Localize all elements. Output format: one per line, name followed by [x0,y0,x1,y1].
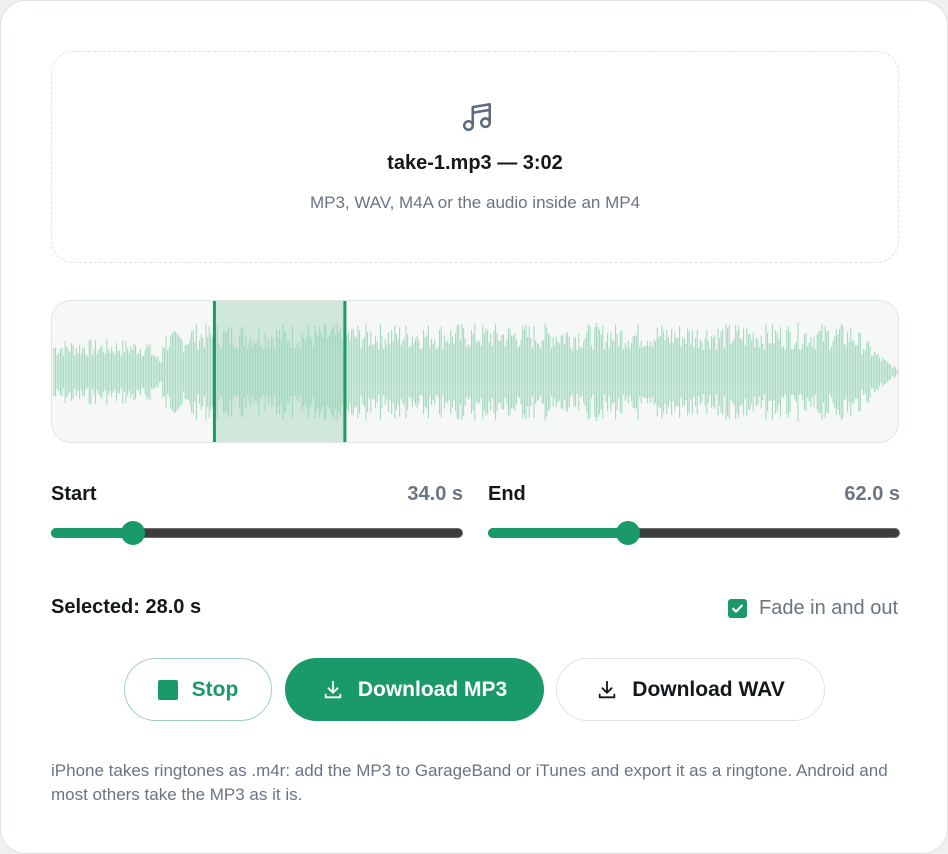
waveform[interactable] [51,300,899,443]
stop-button[interactable]: Stop [124,658,272,721]
waveform-bars [53,322,898,422]
download-icon [599,680,616,698]
download-icon [324,680,342,698]
start-label: Start [51,483,97,505]
end-slider[interactable] [488,521,900,545]
end-label: End [488,483,526,505]
file-name: take-1.mp3 — 3:02 [387,152,563,174]
waveform-graphic [53,301,898,442]
stop-icon [157,679,178,700]
end-value: 62.0 s [844,483,900,505]
start-slider-thumb[interactable] [121,521,146,545]
file-dropzone[interactable]: take-1.mp3 — 3:02 MP3, WAV, M4A or the a… [51,51,899,263]
fade-label: Fade in and out [759,596,898,619]
format-hint: MP3, WAV, M4A or the audio inside an MP4 [309,193,641,212]
stop-button-label: Stop [191,677,239,701]
music-note-icon [462,102,492,132]
start-value: 34.0 s [407,483,463,505]
start-slider[interactable] [51,521,463,545]
fade-toggle[interactable]: Fade in and out [728,596,898,620]
start-label-row: Start 34.0 s [51,483,463,507]
download-wav-button[interactable]: Download WAV [556,658,825,721]
end-slider-fill [488,528,629,538]
ringtone-help-text: iPhone takes ringtones as .m4r: add the … [51,761,888,804]
end-slider-thumb[interactable] [616,521,641,545]
download-mp3-label: Download MP3 [357,677,508,701]
ringtone-card: take-1.mp3 — 3:02 MP3, WAV, M4A or the a… [0,0,948,854]
selected-duration: Selected: 28.0 s [51,596,202,618]
end-label-row: End 62.0 s [488,483,900,507]
fade-checkbox[interactable] [728,598,747,618]
download-mp3-button[interactable]: Download MP3 [285,658,544,721]
download-wav-label: Download WAV [632,677,785,701]
checkmark-icon [732,604,743,613]
